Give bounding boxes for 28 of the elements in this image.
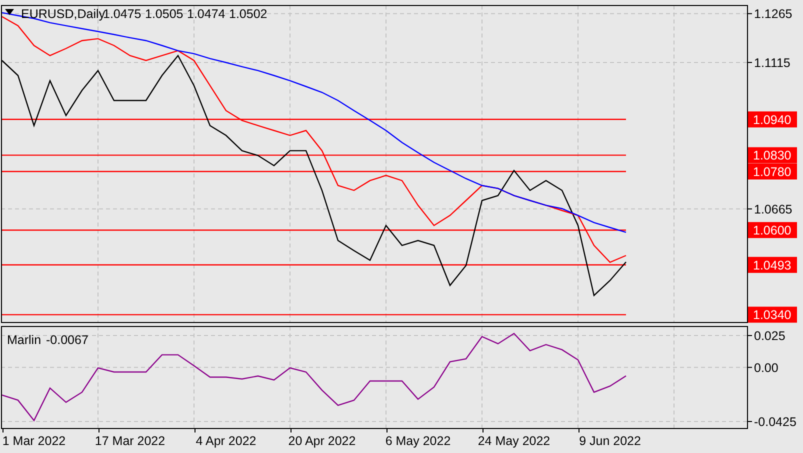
axis-label: 1 Mar 2022 [2, 434, 66, 448]
price-level-tag: 1.0780 [748, 163, 797, 180]
axis-label: 6 May 2022 [385, 434, 451, 448]
price-level-tag: 1.0940 [748, 111, 797, 128]
indicator-value: -0.0067 [46, 333, 88, 347]
axis-label: 0.025 [754, 329, 786, 344]
axis-label: -0.0425 [754, 415, 796, 429]
quote-value: 1.0505 [145, 7, 184, 21]
quote-value: 1.0474 [187, 7, 226, 21]
axis-label: 9 Jun 2022 [579, 434, 641, 448]
axis-label: 4 Apr 2022 [196, 434, 256, 448]
legend-label: 1.0780 [753, 164, 792, 179]
symbol-label: EURUSD,Daily [21, 7, 106, 21]
price-level-tag: 1.0830 [748, 147, 797, 164]
axis-label: 24 May 2022 [478, 434, 550, 448]
axis-label: 17 Mar 2022 [94, 434, 166, 448]
price-level-tag: 1.0600 [748, 222, 797, 238]
quote-value: 1.0475 [103, 7, 142, 21]
indicator-name: Marlin [7, 333, 42, 347]
axis-label: 1.0665 [754, 202, 792, 216]
price-level-tag: 1.0340 [748, 306, 797, 323]
axis-label: 20 Apr 2022 [288, 434, 356, 448]
quote-value: 1.0502 [229, 7, 268, 21]
price-level-tag: 1.0493 [748, 256, 797, 273]
axis-label: 1.1265 [754, 7, 792, 22]
axis-label: 0.00 [754, 360, 778, 375]
dropdown-icon[interactable] [5, 9, 14, 15]
axis-label: 1.1115 [754, 56, 790, 70]
